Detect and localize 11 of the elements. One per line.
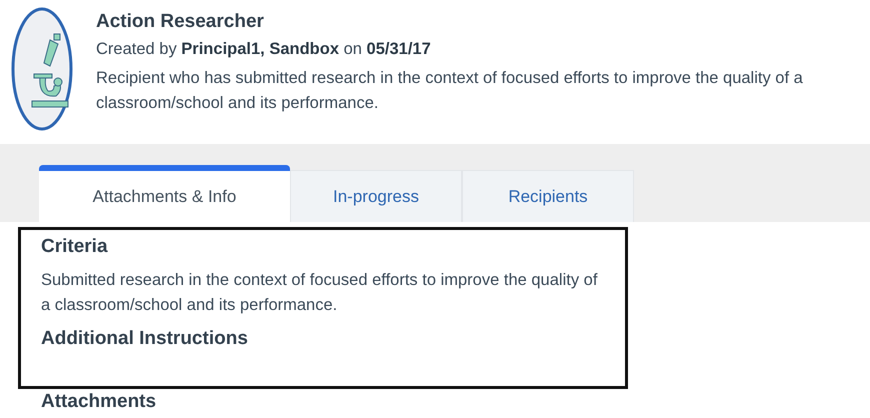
section-text: Submitted research in the context of focused efforts to improve the quality of a classroom/school and its performance.	[41, 270, 598, 316]
created-by-text: Created by Principal1, Sandbox on 05/31/17	[96, 39, 432, 60]
tab[interactable]: Recipients	[462, 170, 634, 222]
badge-description: Recipient who has submitted research in the context of focused efforts to improve the quality of a classroom/school and its performance.	[96, 68, 804, 114]
microscope-icon	[10, 6, 74, 132]
tab[interactable]: In-progress	[290, 170, 462, 222]
section-heading: Additional Instructions	[41, 327, 249, 351]
badge-title: Action Researcher	[96, 10, 265, 34]
tab[interactable]: Attachments & Info	[39, 165, 290, 222]
section-heading: Criteria	[41, 235, 109, 259]
section-heading: Attachments	[41, 390, 158, 414]
